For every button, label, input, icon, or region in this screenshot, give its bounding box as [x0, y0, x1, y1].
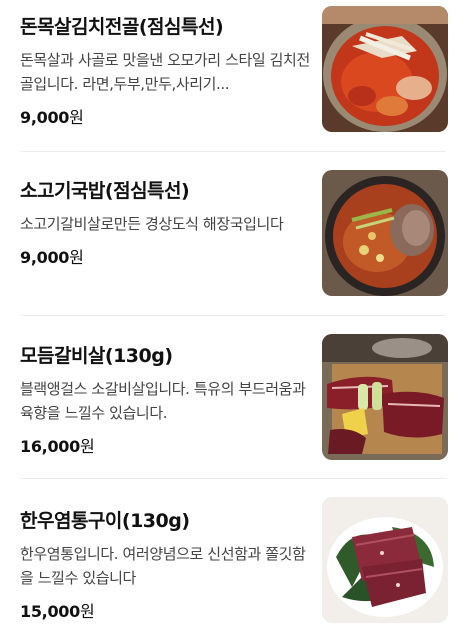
menu-item-name: 돈목살김치전골(점심특선) — [20, 16, 224, 38]
assorted-rib-photo[interactable] — [322, 334, 448, 460]
price-currency: 원 — [69, 248, 84, 267]
divider — [20, 315, 446, 316]
menu-item-description: 한우염통입니다. 여러양념으로 신선함과 쫄깃함을 느낄수 있습니다 — [20, 545, 306, 587]
menu-item-info: 소고기국밥(점심특선) 소고기갈비살로만든 경상도식 해장국입니다 9,000원 — [0, 178, 300, 268]
price-currency: 원 — [79, 602, 95, 621]
menu-item-name: 소고기국밥(점심특선) — [20, 180, 190, 202]
menu-item-info: 한우염통구이(130g) 한우염통입니다. 여러양념으로 신선함과 쫄깃함을 느… — [0, 508, 306, 622]
price-currency: 원 — [79, 437, 95, 456]
beef-soup-photo[interactable] — [322, 170, 448, 296]
menu-item-price: 15,000원 — [20, 598, 300, 622]
divider — [20, 151, 446, 152]
kimchi-stew-photo[interactable] — [322, 6, 448, 132]
price-value: 9,000 — [20, 248, 70, 267]
menu-item-description: 블랙앵걸스 소갈비살입니다. 특유의 부드러움과 육향을 느낄수 있습니다. — [20, 380, 306, 422]
price-value: 15,000 — [20, 602, 80, 621]
beef-heart-photo[interactable] — [322, 497, 448, 623]
price-value: 9,000 — [20, 108, 70, 127]
menu-item-info: 모듬갈비살(130g) 블랙앵걸스 소갈비살입니다. 특유의 부드러움과 육향을… — [0, 343, 306, 457]
menu-item-price: 9,000원 — [20, 104, 300, 128]
divider — [20, 478, 446, 479]
menu-item-price: 9,000원 — [20, 244, 300, 268]
menu-item-info: 돈목살김치전골(점심특선) 돈목살과 사골로 맛을낸 오모가리 스타일 김치전골… — [0, 14, 310, 128]
menu-item-description: 돈목살과 사골로 맛을낸 오모가리 스타일 김치전골입니다. 라면,두부,만두,… — [20, 51, 310, 93]
menu-item-name: 모듬갈비살(130g) — [20, 345, 173, 367]
menu-list: 돈목살김치전골(점심특선) 돈목살과 사골로 맛을낸 오모가리 스타일 김치전골… — [0, 0, 466, 632]
menu-item-description: 소고기갈비살로만든 경상도식 해장국입니다 — [20, 215, 284, 233]
price-currency: 원 — [69, 108, 84, 127]
price-value: 16,000 — [20, 437, 80, 456]
menu-item-price: 16,000원 — [20, 433, 300, 457]
menu-item-name: 한우염통구이(130g) — [20, 510, 190, 532]
